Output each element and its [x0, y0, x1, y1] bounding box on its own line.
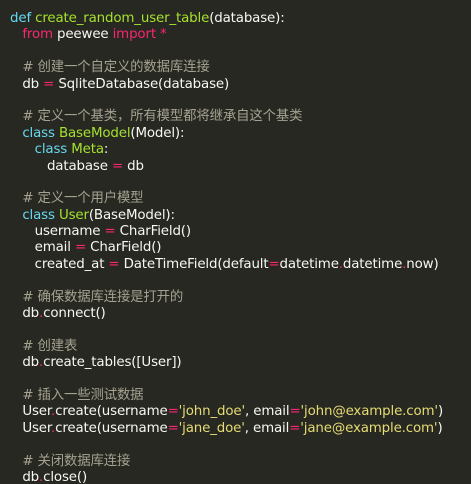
code-line: email = CharField() — [10, 240, 471, 256]
code-line: ​ — [10, 44, 471, 60]
code-line: User.create(username='john_doe', email='… — [10, 404, 471, 420]
code-token-default: (BaseModel): — [88, 207, 175, 223]
code-token-comment: # 插入一些测试数据 — [10, 387, 144, 403]
code-token-default: db — [10, 306, 40, 322]
code-line: # 确保数据库连接是打开的 — [10, 290, 471, 306]
code-token-operator: = — [43, 76, 55, 92]
code-token-operator: = — [167, 404, 179, 420]
code-token-string: 'john_doe' — [178, 404, 246, 420]
code-line: class User(BaseModel): — [10, 208, 471, 224]
code-line: # 关闭数据库连接 — [10, 454, 471, 470]
code-token-comment: # 定义一个基类，所有模型都将继承自这个基类 — [10, 109, 303, 125]
code-token-keyword-import: import — [112, 27, 156, 43]
code-token-default: SqliteDatabase(database) — [54, 76, 230, 92]
code-token-default — [10, 27, 22, 42]
code-token-string: 'jane_doe' — [178, 420, 245, 436]
code-token-operator: = — [104, 224, 116, 240]
code-token-operator: = — [289, 420, 301, 436]
code-token-function: create_random_user_table — [35, 11, 210, 26]
code-line: # 创建表 — [10, 339, 471, 355]
code-token-comment: # 创建表 — [10, 338, 78, 354]
code-line: ​ — [10, 175, 471, 191]
code-token-default: , email — [244, 420, 290, 436]
code-token-default: create_tables([User]) — [43, 355, 182, 371]
code-line: database = db — [10, 159, 471, 175]
code-line: username = CharField() — [10, 224, 471, 240]
code-token-function: User — [58, 207, 89, 223]
code-line: ​ — [10, 372, 471, 388]
code-token-operator: = — [111, 158, 124, 174]
code-line: ​ — [10, 322, 471, 338]
code-token-string: 'john@example.com' — [300, 404, 439, 420]
code-line: db.create_tables([User]) — [10, 355, 471, 371]
code-token-operator: * — [160, 27, 167, 43]
code-line: db = SqliteDatabase(database) — [10, 77, 471, 93]
code-line: User.create(username='jane_doe', email='… — [10, 421, 471, 437]
code-line: from peewee import * — [10, 27, 471, 43]
code-token-function: Meta — [71, 142, 104, 158]
code-line: def create_random_user_table(database): — [10, 11, 471, 27]
code-token-default: CharField() — [86, 240, 162, 256]
code-token-keyword: class — [22, 207, 55, 223]
code-token-keyword-import: from — [22, 27, 53, 43]
code-token-keyword: class — [22, 125, 55, 141]
code-token-default: CharField() — [115, 224, 191, 240]
code-line: # 插入一些测试数据 — [10, 388, 471, 404]
code-token-default: db — [10, 469, 40, 484]
code-editor[interactable]: def create_random_user_table(database): … — [0, 0, 471, 484]
code-token-comment: # 定义一个用户模型 — [10, 191, 144, 207]
code-line: ​ — [10, 93, 471, 109]
code-token-default: now) — [406, 256, 439, 272]
code-token-default: User — [10, 420, 52, 436]
code-token-default: ) — [437, 420, 443, 436]
code-token-default: created_at — [10, 256, 109, 272]
code-token-default: email — [10, 240, 75, 256]
code-token-default — [10, 142, 35, 157]
code-line: class Meta: — [10, 142, 471, 158]
code-token-default: , email — [245, 404, 290, 420]
code-line: # 创建一个自定义的数据库连接 — [10, 60, 471, 76]
code-line: db.close() — [10, 470, 471, 484]
code-token-comment: # 创建一个自定义的数据库连接 — [10, 60, 210, 76]
code-token-keyword: class — [34, 142, 68, 158]
code-token-operator: = — [167, 420, 179, 436]
code-token-default: datetime — [279, 256, 339, 272]
code-token-comment: # 确保数据库连接是打开的 — [10, 289, 184, 305]
code-token-default: create(username — [55, 420, 168, 436]
code-token-default: close() — [43, 469, 88, 484]
code-token-default — [10, 126, 22, 141]
code-line: # 定义一个用户模型 — [10, 191, 471, 207]
code-token-default: db — [10, 355, 40, 371]
code-token-string: 'jane@example.com' — [300, 420, 438, 436]
code-token-default: (database): — [209, 11, 285, 26]
code-line: class BaseModel(Model): — [10, 126, 471, 142]
code-token-default: User — [10, 404, 52, 420]
code-token-default: ) — [437, 404, 444, 420]
code-token-default: (Model): — [130, 125, 185, 141]
code-token-default: db — [123, 158, 144, 174]
code-token-operator: = — [289, 404, 301, 420]
code-token-default: peewee — [52, 27, 113, 43]
code-token-default: database — [10, 158, 112, 174]
code-token-default: create(username — [55, 404, 168, 420]
code-token-keyword: def — [10, 11, 32, 26]
code-token-default: DateTimeField(default — [119, 256, 269, 272]
code-line: ​ — [10, 437, 471, 453]
code-token-default: : — [103, 142, 109, 158]
code-token-comment: # 关闭数据库连接 — [10, 453, 131, 469]
code-token-function: BaseModel — [58, 125, 131, 141]
code-token-operator: = — [108, 256, 120, 272]
code-token-operator: = — [74, 240, 87, 256]
code-token-default: username — [10, 224, 105, 240]
code-line: db.connect() — [10, 306, 471, 322]
code-token-default: db — [10, 76, 44, 92]
code-line: ​ — [10, 273, 471, 289]
code-token-default — [10, 208, 22, 223]
code-token-default: connect() — [43, 306, 106, 322]
code-line: created_at = DateTimeField(default=datet… — [10, 257, 471, 273]
code-line: # 定义一个基类，所有模型都将继承自这个基类 — [10, 109, 471, 125]
code-token-default: datetime — [342, 256, 403, 272]
code-token-operator: = — [268, 256, 280, 272]
